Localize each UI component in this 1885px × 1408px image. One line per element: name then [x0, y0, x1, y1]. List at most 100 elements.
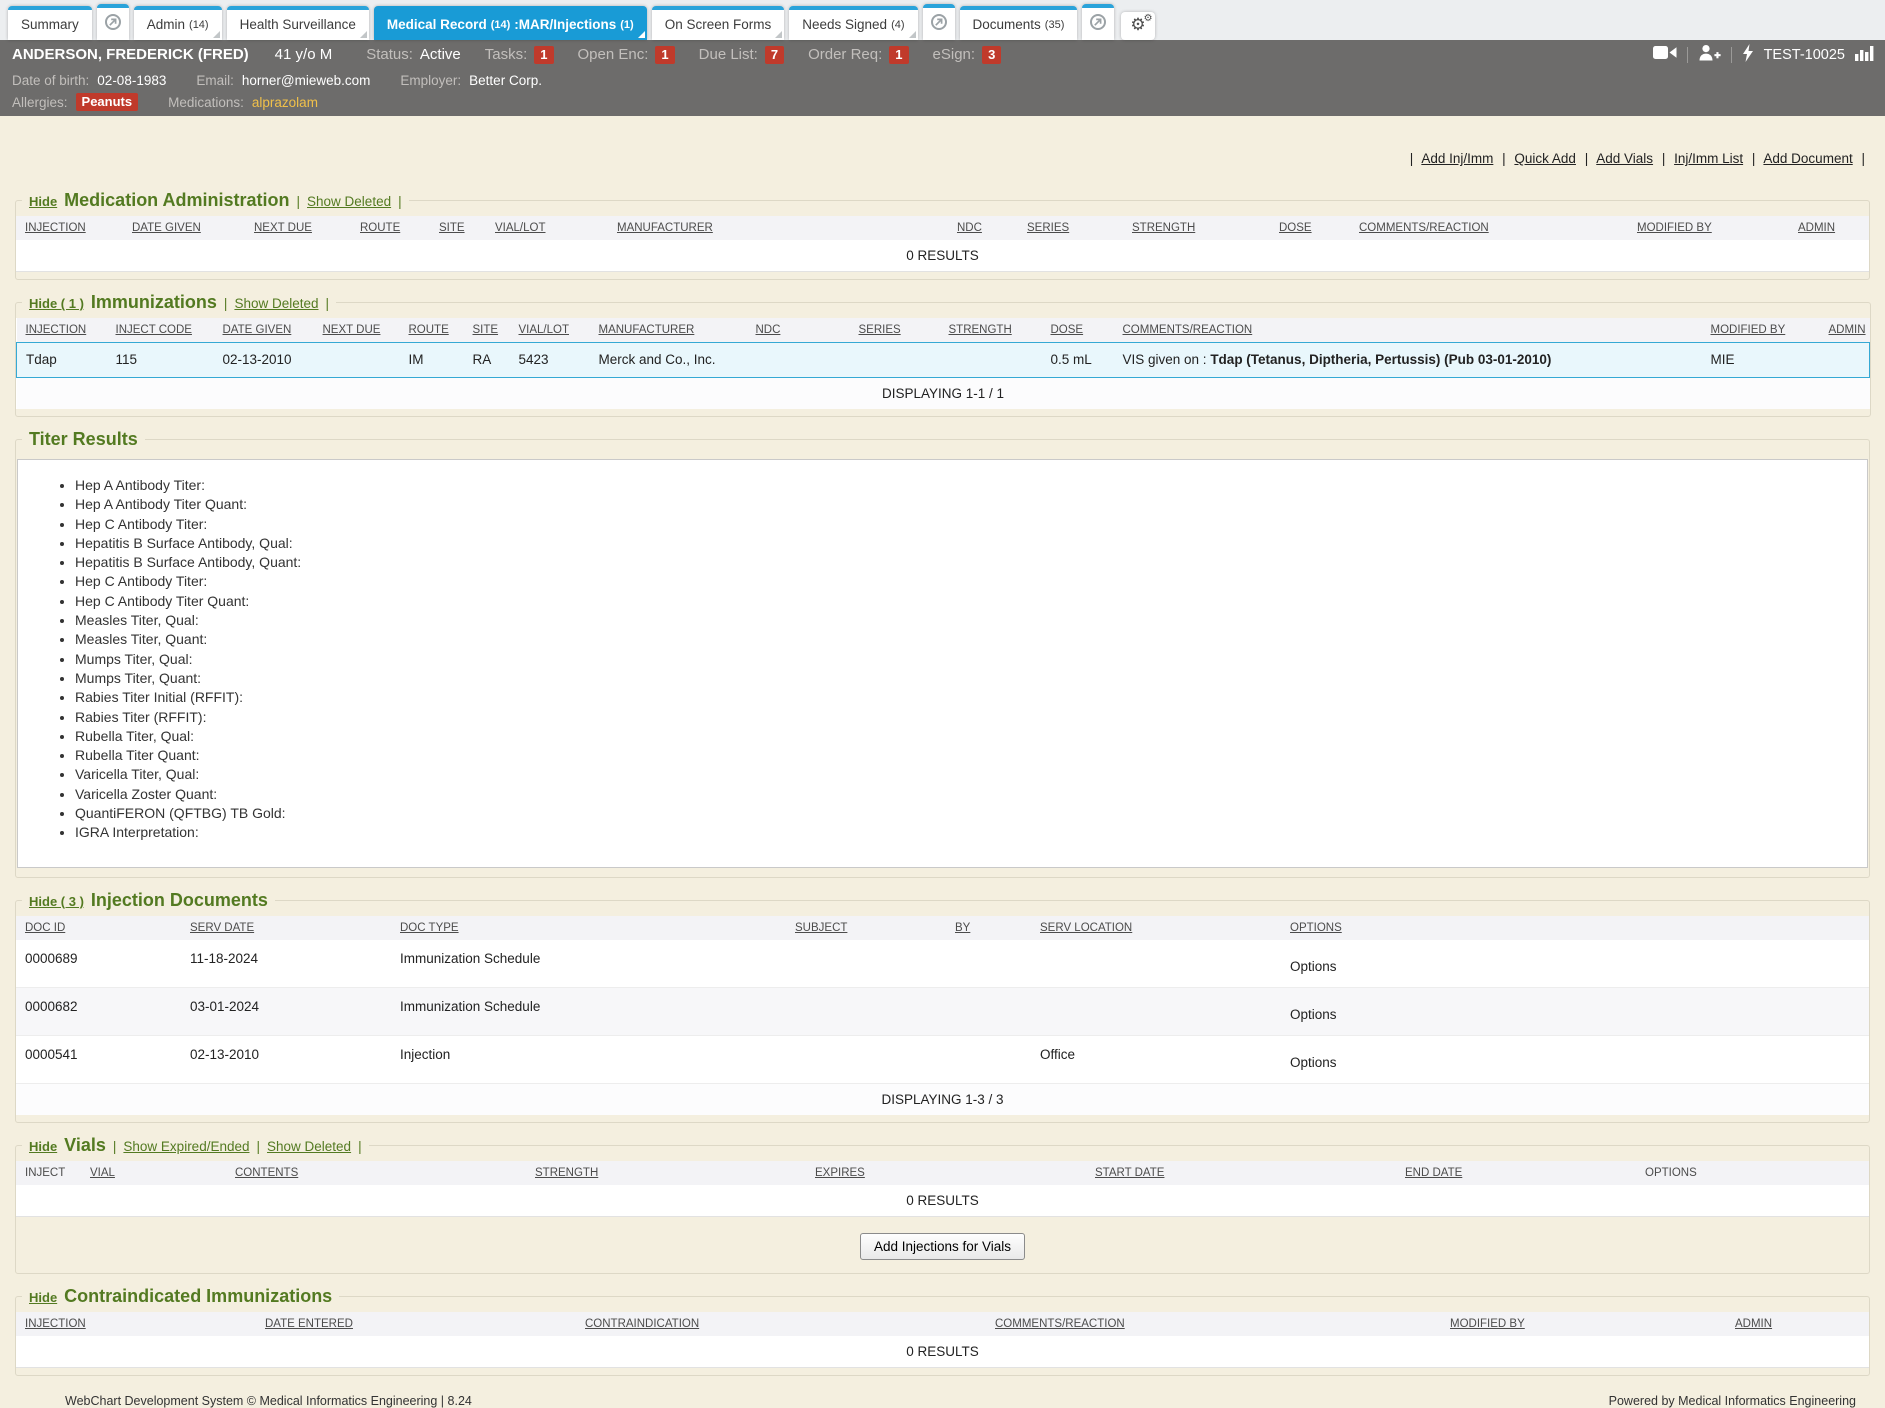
contraindicated-empty-row: 0 RESULTS	[16, 1336, 1869, 1368]
col-comments-reaction[interactable]: COMMENTS/REACTION	[991, 1312, 1446, 1336]
immunization-row-tdap[interactable]: Tdap 115 02-13-2010 IM RA 5423 Merck and…	[17, 343, 1870, 378]
order-req-count-badge[interactable]: 1	[889, 46, 908, 64]
immunizations-hide-link[interactable]: Hide ( 1 )	[29, 296, 84, 311]
col-admin[interactable]: ADMIN	[1825, 318, 1870, 343]
med-admin-show-deleted-link[interactable]: Show Deleted	[307, 194, 391, 209]
col-site[interactable]: SITE	[469, 318, 515, 343]
cell-serv-date: 03-01-2024	[186, 988, 396, 1036]
titer-item: Measles Titer, Qual:	[75, 611, 1867, 630]
col-doc-type[interactable]: DOC TYPE	[396, 916, 791, 940]
col-admin[interactable]: ADMIN	[1794, 216, 1869, 240]
settings-gear-icon[interactable]: ⚙⚙	[1121, 12, 1154, 40]
tab-needs-signed[interactable]: Needs Signed (4)	[789, 6, 917, 40]
tab-health-surveillance[interactable]: Health Surveillance	[227, 6, 369, 40]
col-injection[interactable]: INJECTION	[16, 1312, 261, 1336]
col-strength[interactable]: STRENGTH	[531, 1161, 811, 1185]
add-document-link[interactable]: Add Document	[1763, 151, 1852, 166]
vials-show-expired-link[interactable]: Show Expired/Ended	[123, 1139, 249, 1154]
tab-on-screen-forms[interactable]: On Screen Forms	[652, 6, 785, 40]
add-injections-for-vials-button[interactable]: Add Injections for Vials	[860, 1233, 1025, 1260]
quick-add-link[interactable]: Quick Add	[1514, 151, 1576, 166]
document-row[interactable]: 0000682 03-01-2024 Immunization Schedule…	[16, 988, 1869, 1036]
med-admin-title: Medication Administration	[64, 190, 289, 211]
col-serv-location[interactable]: SERV LOCATION	[1036, 916, 1286, 940]
col-options[interactable]: OPTIONS	[1286, 916, 1869, 940]
col-injection[interactable]: INJECTION	[17, 318, 112, 343]
add-person-icon[interactable]	[1698, 44, 1721, 65]
col-modified-by[interactable]: MODIFIED BY	[1633, 216, 1794, 240]
options-menu[interactable]: Options	[1286, 1036, 1869, 1084]
col-route[interactable]: ROUTE	[405, 318, 469, 343]
col-contents[interactable]: CONTENTS	[231, 1161, 531, 1185]
due-list-count-badge[interactable]: 7	[765, 46, 784, 64]
col-series[interactable]: SERIES	[855, 318, 945, 343]
col-inject-code[interactable]: INJECT CODE	[112, 318, 219, 343]
open-enc-count-badge[interactable]: 1	[655, 46, 674, 64]
medication-value[interactable]: alprazolam	[252, 95, 318, 110]
col-injection[interactable]: INJECTION	[16, 216, 128, 240]
col-strength[interactable]: STRENGTH	[1128, 216, 1275, 240]
tab-summary-popout[interactable]	[97, 4, 129, 40]
col-comments-reaction[interactable]: COMMENTS/REACTION	[1119, 318, 1707, 343]
col-by[interactable]: BY	[951, 916, 1036, 940]
col-modified-by[interactable]: MODIFIED BY	[1446, 1312, 1731, 1336]
col-vial[interactable]: VIAL	[86, 1161, 231, 1185]
col-date-given[interactable]: DATE GIVEN	[128, 216, 250, 240]
col-modified-by[interactable]: MODIFIED BY	[1707, 318, 1825, 343]
injection-documents-hide-link[interactable]: Hide ( 3 )	[29, 894, 84, 909]
vials-hide-link[interactable]: Hide	[29, 1139, 57, 1154]
chart-stats-icon[interactable]	[1855, 45, 1875, 65]
col-expires[interactable]: EXPIRES	[811, 1161, 1091, 1185]
col-manufacturer[interactable]: MANUFACTURER	[613, 216, 953, 240]
med-admin-hide-link[interactable]: Hide	[29, 194, 57, 209]
col-site[interactable]: SITE	[435, 216, 491, 240]
add-inj-imm-link[interactable]: Add Inj/Imm	[1421, 151, 1493, 166]
inj-imm-list-link[interactable]: Inj/Imm List	[1674, 151, 1743, 166]
tab-admin[interactable]: Admin (14)	[134, 6, 222, 40]
col-date-entered[interactable]: DATE ENTERED	[261, 1312, 581, 1336]
tasks-count-badge[interactable]: 1	[534, 46, 553, 64]
col-serv-date[interactable]: SERV DATE	[186, 916, 396, 940]
col-vial-lot[interactable]: VIAL/LOT	[491, 216, 613, 240]
col-series[interactable]: SERIES	[1023, 216, 1128, 240]
col-vial-lot[interactable]: VIAL/LOT	[515, 318, 595, 343]
med-admin-header-row: INJECTION DATE GIVEN NEXT DUE ROUTE SITE…	[16, 216, 1869, 240]
vials-show-deleted-link[interactable]: Show Deleted	[267, 1139, 351, 1154]
col-date-given[interactable]: DATE GIVEN	[219, 318, 319, 343]
tab-needs-signed-popout[interactable]	[923, 4, 955, 40]
add-vials-link[interactable]: Add Vials	[1596, 151, 1653, 166]
col-admin[interactable]: ADMIN	[1731, 1312, 1869, 1336]
col-manufacturer[interactable]: MANUFACTURER	[595, 318, 752, 343]
col-ndc[interactable]: NDC	[953, 216, 1023, 240]
tab-documents[interactable]: Documents (35)	[960, 6, 1078, 40]
col-contraindication[interactable]: CONTRAINDICATION	[581, 1312, 991, 1336]
options-menu[interactable]: Options	[1286, 988, 1869, 1036]
col-end-date[interactable]: END DATE	[1401, 1161, 1641, 1185]
col-subject[interactable]: SUBJECT	[791, 916, 951, 940]
col-next-due[interactable]: NEXT DUE	[319, 318, 405, 343]
document-row[interactable]: 0000689 11-18-2024 Immunization Schedule…	[16, 940, 1869, 988]
col-dose[interactable]: DOSE	[1047, 318, 1119, 343]
immunizations-show-deleted-link[interactable]: Show Deleted	[234, 296, 318, 311]
medications-label: Medications:	[168, 95, 244, 110]
allergy-peanuts-badge[interactable]: Peanuts	[76, 93, 139, 111]
tab-summary[interactable]: Summary	[8, 6, 92, 40]
quick-action-bolt-icon[interactable]	[1742, 44, 1754, 66]
tab-medical-record[interactable]: Medical Record (14):MAR/Injections (1)	[374, 6, 647, 40]
contraindicated-hide-link[interactable]: Hide	[29, 1290, 57, 1305]
esign-count-badge[interactable]: 3	[982, 46, 1001, 64]
video-call-icon[interactable]	[1653, 45, 1677, 64]
col-route[interactable]: ROUTE	[356, 216, 435, 240]
col-doc-id[interactable]: DOC ID	[16, 916, 186, 940]
col-comments-reaction[interactable]: COMMENTS/REACTION	[1355, 216, 1633, 240]
col-start-date[interactable]: START DATE	[1091, 1161, 1401, 1185]
col-dose[interactable]: DOSE	[1275, 216, 1355, 240]
tab-documents-popout[interactable]	[1082, 4, 1114, 40]
col-strength[interactable]: STRENGTH	[945, 318, 1047, 343]
col-next-due[interactable]: NEXT DUE	[250, 216, 356, 240]
options-menu[interactable]: Options	[1286, 940, 1869, 988]
document-row[interactable]: 0000541 02-13-2010 Injection Office Opti…	[16, 1036, 1869, 1084]
vis-comment-prefix: VIS given on :	[1123, 352, 1211, 367]
col-ndc[interactable]: NDC	[752, 318, 855, 343]
cell-site: RA	[469, 343, 515, 378]
